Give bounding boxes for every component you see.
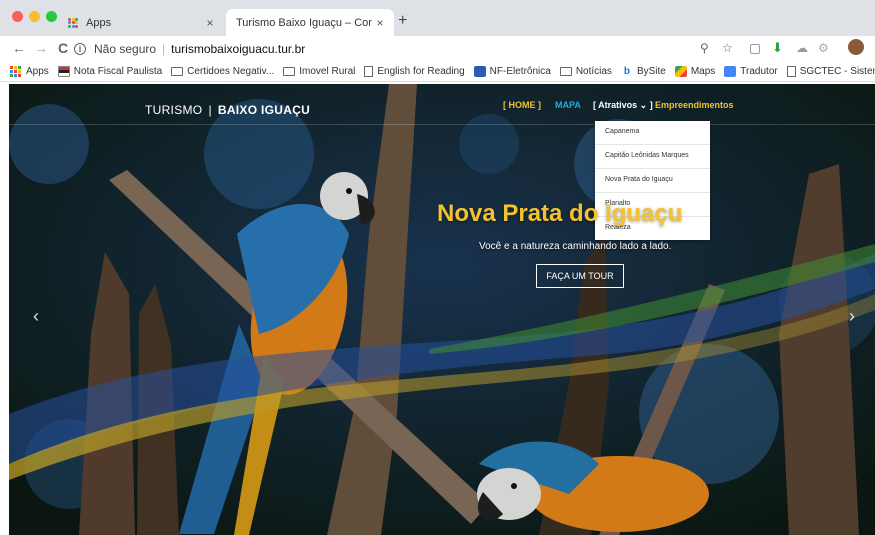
bookmark-english[interactable]: English for Reading (364, 66, 465, 77)
dropdown-item-capanema[interactable]: Capanema (595, 121, 710, 145)
flag-icon (57, 66, 70, 77)
folder-icon (559, 67, 572, 76)
bysite-icon: b (623, 66, 630, 77)
profile-avatar[interactable] (848, 39, 864, 55)
translate-icon (724, 66, 737, 77)
nav-home-link[interactable]: [ HOME ] (503, 100, 541, 110)
bookmark-sgctec[interactable]: SGCTEC - Sistem... (786, 66, 875, 77)
extension-icon[interactable] (750, 44, 760, 54)
bookmark-star-icon[interactable]: ☆ (722, 41, 733, 55)
bookmark-maps[interactable]: Maps (674, 66, 716, 77)
browser-toolbar: ← → C i Não seguro | turismobaixoiguacu.… (0, 36, 875, 62)
bookmark-nf-eletronica[interactable]: NF-Eletrônica (473, 66, 551, 77)
bookmark-label: Apps (26, 66, 49, 77)
url-text[interactable]: turismobaixoiguacu.tur.br (171, 42, 305, 56)
dropdown-item-nova-prata[interactable]: Nova Prata do Iguaçu (595, 169, 710, 193)
folder-icon (283, 67, 296, 76)
slider-prev-arrow-icon[interactable]: ‹ (33, 306, 39, 327)
bookmark-imovel-rural[interactable]: Imovel Rural (283, 66, 355, 77)
bookmark-label: Certidoes Negativ... (187, 66, 275, 77)
tab-turismo[interactable]: Turismo Baixo Iguaçu – Conhe × (226, 9, 394, 36)
zoom-icon[interactable]: ⚲ (700, 41, 709, 55)
bookmark-bysite[interactable]: b BySite (621, 66, 666, 77)
close-tab-icon[interactable]: × (372, 16, 388, 30)
address-separator: | (162, 42, 166, 56)
nav-empreendimentos-link[interactable]: Empreendimentos (655, 100, 734, 110)
logo-text-region: BAIXO IGUAÇU (217, 103, 311, 117)
bookmark-nota-fiscal[interactable]: Nota Fiscal Paulista (57, 66, 163, 77)
reload-button[interactable]: C (58, 40, 68, 56)
bookmark-label: Notícias (575, 66, 612, 77)
dropdown-item-capitao-leonidas-marques[interactable]: Capitão Leônidas Marques (595, 145, 710, 169)
bookmark-certidoes[interactable]: Certidoes Negativ... (171, 66, 274, 77)
nav-mapa-link[interactable]: MAPA (555, 100, 581, 110)
hero-subtitle: Você e a natureza caminhando lado a lado… (479, 241, 672, 252)
hero-background-image (9, 84, 875, 535)
logo-separator: | (208, 103, 212, 117)
document-icon (786, 66, 796, 77)
hero-title: Nova Prata do Iguaçu (437, 200, 683, 227)
bookmark-label: Tradutor (740, 66, 778, 77)
nfe-icon (473, 66, 486, 77)
hero-slider: TURISMO | BAIXO IGUAÇU [ HOME ] MAPA [ Atr… (9, 84, 875, 535)
security-status: Não seguro (94, 42, 157, 56)
folder-icon (171, 67, 184, 76)
minimize-window-icon[interactable] (29, 11, 40, 22)
cloud-extension-icon[interactable]: ☁ (796, 41, 808, 55)
nav-divider (9, 124, 875, 125)
bookmark-label: Maps (690, 66, 716, 77)
bookmark-apps[interactable]: Apps (10, 66, 49, 77)
tour-button[interactable]: FAÇA UM TOUR (536, 264, 624, 288)
bookmark-label: SGCTEC - Sistem... (799, 66, 875, 77)
bookmark-label: NF-Eletrônica (489, 66, 551, 77)
nav-atrativos-dropdown[interactable]: [ Atrativos ⌄ ] (593, 100, 653, 111)
logo-text-turismo: TURISMO (145, 103, 203, 117)
forward-button[interactable]: → (34, 40, 48, 56)
bookmark-label: BySite (636, 66, 666, 77)
apps-grid-icon (68, 17, 78, 28)
close-window-icon[interactable] (12, 11, 23, 22)
tab-title: Turismo Baixo Iguaçu – Conhe (236, 16, 372, 29)
document-icon (364, 66, 374, 77)
extension-puzzle-icon[interactable]: ⚙ (818, 41, 829, 55)
bookmarks-bar: Apps Nota Fiscal Paulista Certidoes Nega… (0, 62, 875, 82)
maximize-window-icon[interactable] (46, 11, 57, 22)
site-info-icon[interactable]: i (74, 43, 86, 55)
bookmark-label: Imovel Rural (299, 66, 356, 77)
bookmark-noticias[interactable]: Notícias (559, 66, 612, 77)
apps-grid-icon (10, 66, 22, 77)
download-extension-icon[interactable]: ⬇ (772, 41, 783, 55)
address-bar[interactable]: i Não seguro | turismobaixoiguacu.tur.br (74, 38, 734, 60)
tab-strip: Apps × Turismo Baixo Iguaçu – Conhe × + (0, 0, 875, 36)
close-tab-icon[interactable]: × (202, 16, 218, 30)
maps-icon (674, 66, 687, 77)
bookmark-label: English for Reading (377, 66, 465, 77)
back-button[interactable]: ← (12, 40, 26, 56)
new-tab-button[interactable]: + (398, 13, 407, 29)
tab-apps[interactable]: Apps × (62, 9, 224, 36)
tab-title: Apps (86, 16, 112, 29)
bookmark-tradutor[interactable]: Tradutor (724, 66, 778, 77)
site-logo[interactable]: TURISMO | BAIXO IGUAÇU (145, 103, 310, 117)
bookmark-label: Nota Fiscal Paulista (73, 66, 163, 77)
slider-next-arrow-icon[interactable]: › (849, 306, 855, 327)
